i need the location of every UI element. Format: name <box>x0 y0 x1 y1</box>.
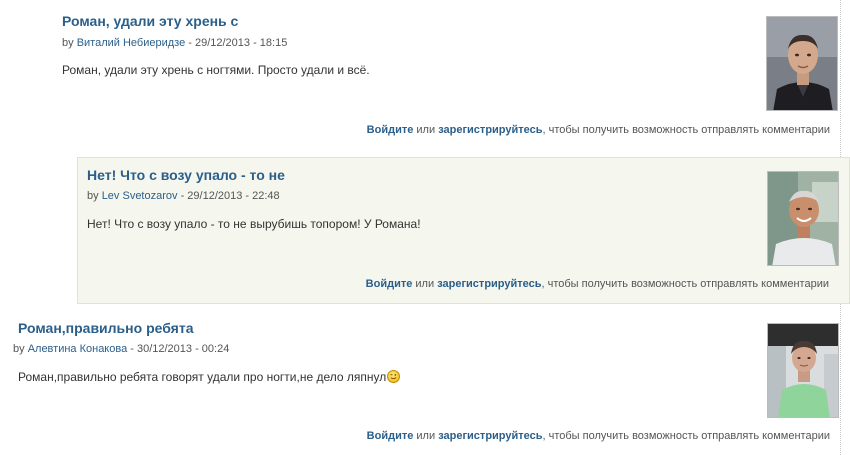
comment: Роман, удали эту хрень с by Виталий Неби… <box>0 0 850 150</box>
links-or: или <box>412 278 438 290</box>
comment-meta: by Алевтина Конакова - 30/12/2013 - 00:2… <box>13 343 229 355</box>
register-link[interactable]: зарегистрируйтесь <box>438 124 542 136</box>
comment: Роман,правильно ребята by Алевтина Конак… <box>0 312 850 455</box>
user-photo-icon[interactable] <box>767 323 839 418</box>
comment-meta: by Виталий Небиеридзе - 29/12/2013 - 18:… <box>62 37 287 49</box>
links-suffix: , чтобы получить возможность отправлять … <box>541 278 830 290</box>
login-link[interactable]: Войдите <box>367 430 414 442</box>
login-link[interactable]: Войдите <box>366 278 413 290</box>
user-photo-icon[interactable] <box>766 16 838 111</box>
links-or: или <box>413 124 439 136</box>
author-link[interactable]: Lev Svetozarov <box>102 190 178 202</box>
meta-by: by <box>13 343 25 355</box>
comment-title[interactable]: Нет! Что с возу упало - то не <box>87 167 285 183</box>
comment-body: Роман,правильно ребята говорят удали про… <box>18 370 401 384</box>
comment-links: Войдите или зарегистрируйтесь, чтобы пол… <box>367 430 830 442</box>
comment-body: Нет! Что с возу упало - то не вырубишь т… <box>87 217 421 231</box>
comment-title[interactable]: Роман, удали эту хрень с <box>62 13 238 29</box>
comment-title[interactable]: Роман,правильно ребята <box>18 320 194 336</box>
links-suffix: , чтобы получить возможность отправлять … <box>542 430 831 442</box>
meta-by: by <box>87 190 99 202</box>
user-photo-icon[interactable] <box>767 171 839 266</box>
links-suffix: , чтобы получить возможность отправлять … <box>542 124 831 136</box>
links-or: или <box>413 430 439 442</box>
login-link[interactable]: Войдите <box>367 124 414 136</box>
comment-links: Войдите или зарегистрируйтесь, чтобы пол… <box>366 278 829 290</box>
comment-body: Роман, удали эту хрень с ногтями. Просто… <box>62 63 370 77</box>
author-link[interactable]: Виталий Небиеридзе <box>77 37 186 49</box>
comment-date: - 29/12/2013 - 18:15 <box>185 37 288 49</box>
comment-text: Роман,правильно ребята говорят удали про… <box>18 370 387 384</box>
register-link[interactable]: зарегистрируйтесь <box>437 278 541 290</box>
wink-smiley-icon <box>387 370 401 383</box>
comment-date: - 29/12/2013 - 22:48 <box>177 190 280 202</box>
comment-links: Войдите или зарегистрируйтесь, чтобы пол… <box>367 124 830 136</box>
author-link[interactable]: Алевтина Конакова <box>28 343 128 355</box>
comment-date: - 30/12/2013 - 00:24 <box>127 343 230 355</box>
comment-reply: Нет! Что с возу упало - то не by Lev Sve… <box>77 157 850 304</box>
comment-meta: by Lev Svetozarov - 29/12/2013 - 22:48 <box>87 190 280 202</box>
meta-by: by <box>62 37 74 49</box>
register-link[interactable]: зарегистрируйтесь <box>438 430 542 442</box>
